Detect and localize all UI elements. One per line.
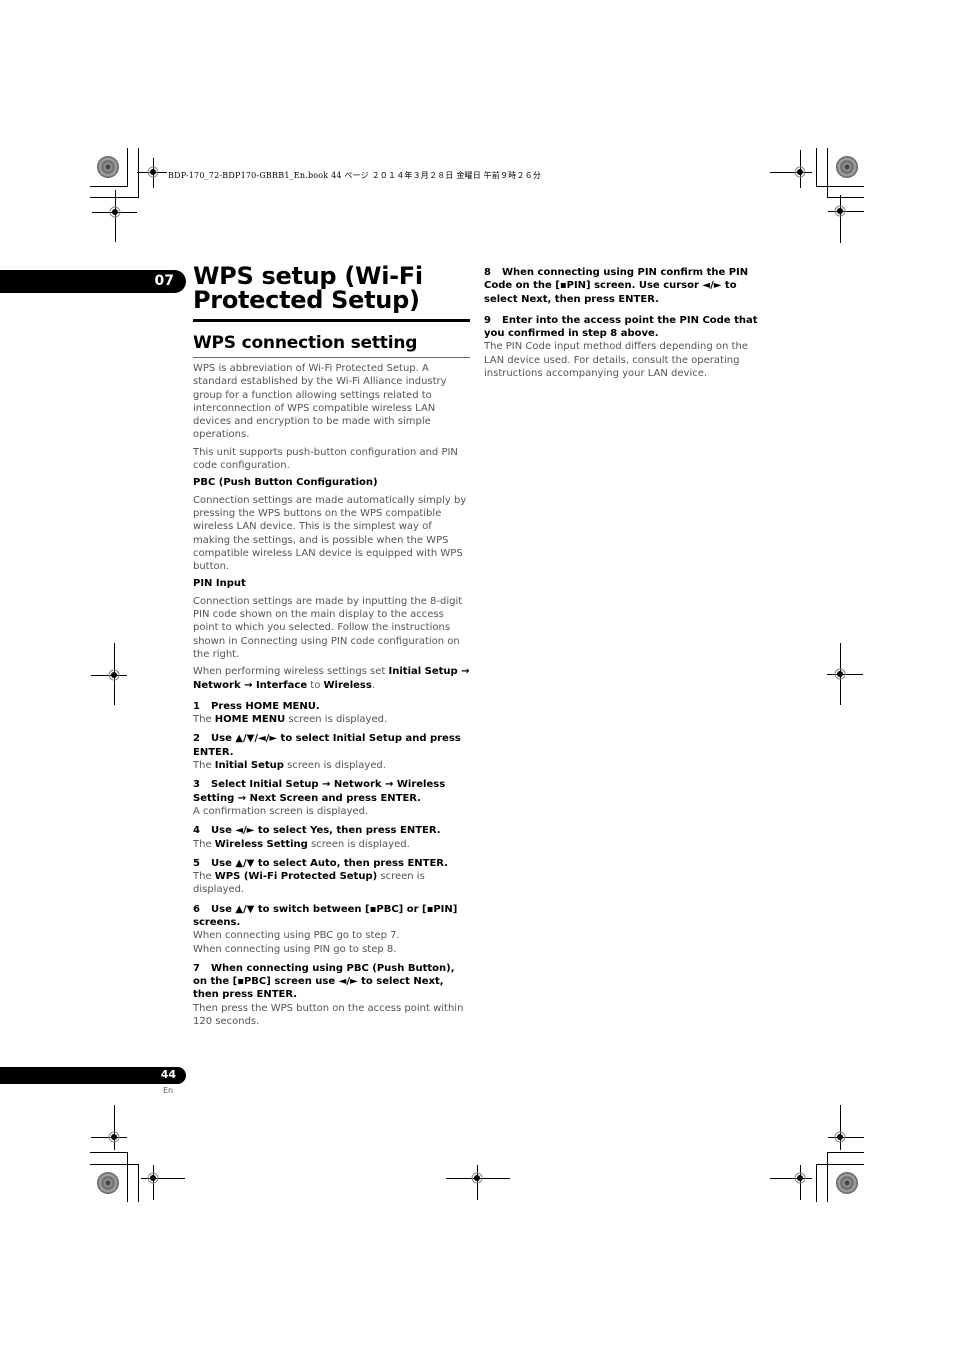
step-4-desc: The Wireless Setting screen is displayed… — [193, 838, 410, 850]
step-6: 6 Use ▲/▼ to switch between [▪PBC] or [▪P… — [193, 903, 458, 928]
color-calibration-disk-icon — [836, 156, 858, 178]
pbc-text: Connection settings are made automatical… — [193, 494, 467, 573]
section-divider — [193, 357, 470, 358]
registration-mark-icon — [794, 166, 806, 178]
step-5-desc: The WPS (Wi-Fi Protected Setup) screen i… — [193, 871, 425, 896]
intro-paragraph: This unit supports push-button configura… — [193, 446, 458, 472]
step-2: 2 Use ▲/▼/◄/► to select Initial Setup and… — [193, 733, 461, 758]
step-4: 4 Use ◄/► to select Yes, then press ENTER… — [193, 825, 441, 837]
pin-text: Connection settings are made by inputtin… — [193, 595, 463, 660]
color-calibration-disk-icon — [97, 1172, 119, 1194]
registration-mark-icon — [108, 1131, 120, 1143]
registration-mark-icon — [834, 668, 846, 680]
page-title: WPS setup (Wi-Fi Protected Setup) — [193, 262, 423, 314]
crop-line — [90, 186, 128, 187]
page-language: En — [163, 1086, 174, 1095]
crop-line — [127, 148, 128, 186]
wireless-note: When performing wireless settings set In… — [193, 666, 470, 691]
step-1-desc: The HOME MENU screen is displayed. — [193, 714, 388, 726]
step-7-desc: Then press the WPS button on the access … — [193, 1002, 464, 1028]
crop-line — [90, 197, 138, 198]
page-number: 44 — [160, 1068, 176, 1081]
registration-mark-icon — [109, 206, 121, 218]
step-9: 9 Enter into the access point the PIN Cod… — [484, 314, 758, 340]
step-6-desc: When connecting using PIN go to step 8. — [193, 943, 397, 955]
intro-paragraph: WPS is abbreviation of Wi-Fi Protected S… — [193, 363, 447, 441]
registration-mark-icon — [834, 1131, 846, 1143]
chapter-number: 07 — [154, 273, 174, 289]
color-calibration-disk-icon — [97, 156, 119, 178]
registration-mark-icon — [471, 1172, 483, 1184]
step-1: 1 Press HOME MENU. — [193, 700, 320, 712]
step-7: 7 When connecting using PBC (Push Button)… — [193, 962, 455, 1001]
pin-heading: PIN Input — [193, 578, 246, 590]
step-3: 3 Select Initial Setup → Network → Wirele… — [193, 779, 446, 804]
print-header: BDP-170_72-BDP170-GBRB1_En.book 44 ページ ２… — [168, 171, 542, 180]
title-divider — [193, 319, 470, 322]
registration-mark-icon — [147, 166, 159, 178]
registration-mark-icon — [834, 205, 846, 217]
chapter-tab: 07 — [0, 270, 186, 293]
step-8: 8 When connecting using PIN confirm the P… — [484, 267, 749, 305]
registration-mark-icon — [147, 1172, 159, 1184]
step-5: 5 Use ▲/▼ to select Auto, then press ENTE… — [193, 857, 448, 869]
pbc-heading: PBC (Push Button Configuration) — [193, 477, 378, 489]
color-calibration-disk-icon — [836, 1172, 858, 1194]
crop-line — [138, 148, 139, 198]
step-3-desc: A confirmation screen is displayed. — [193, 805, 369, 817]
left-column: WPS is abbreviation of Wi-Fi Protected S… — [193, 362, 471, 1028]
page-number-tab: 44 — [0, 1067, 186, 1084]
registration-mark-icon — [108, 669, 120, 681]
registration-mark-icon — [794, 1172, 806, 1184]
step-9-desc: The PIN Code input method differs depend… — [484, 341, 748, 380]
section-heading: WPS connection setting — [193, 333, 418, 353]
right-column: 8 When connecting using PIN confirm the P… — [484, 266, 762, 380]
step-6-desc: When connecting using PBC go to step 7. — [193, 930, 400, 942]
step-2-desc: The Initial Setup screen is displayed. — [193, 760, 386, 772]
